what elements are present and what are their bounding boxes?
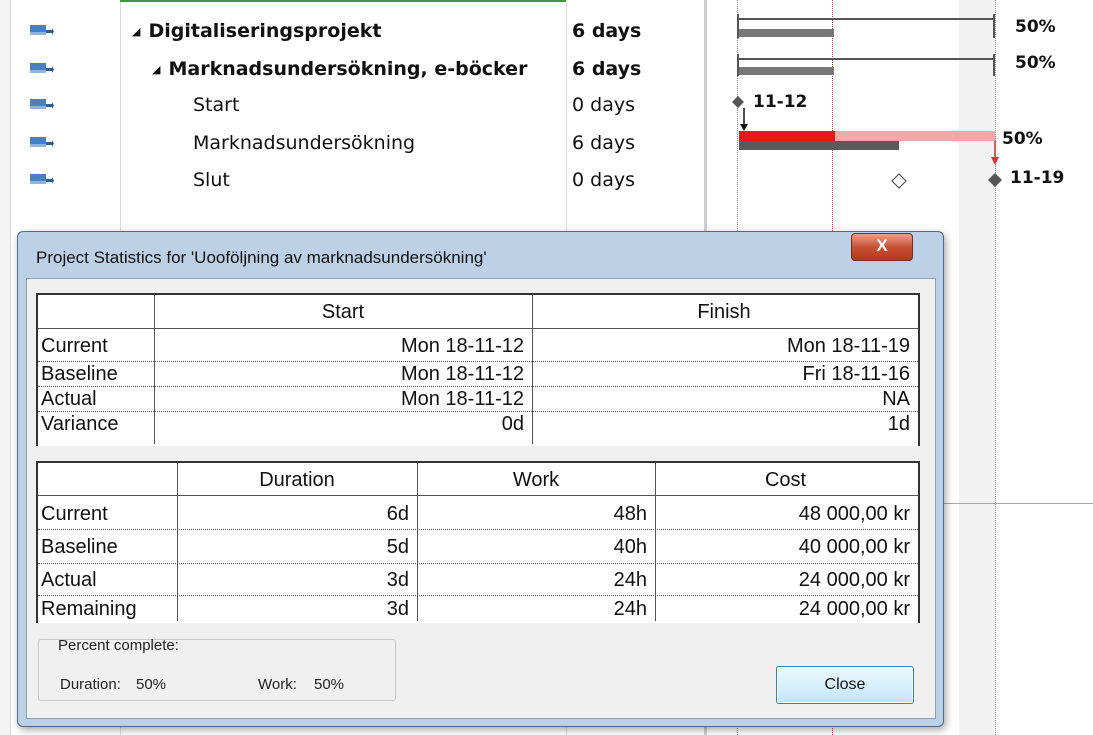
cost-value: 48 000,00 kr xyxy=(798,503,910,525)
task-duration: 0 days xyxy=(572,94,635,116)
duration-percent-label: Duration: xyxy=(60,676,121,693)
column-header-duration: Duration xyxy=(259,469,335,491)
auto-schedule-icon xyxy=(30,174,54,184)
auto-schedule-icon xyxy=(30,137,54,147)
work-value: 48h xyxy=(613,503,647,525)
finish-value: NA xyxy=(882,388,910,410)
summary-bar[interactable] xyxy=(737,54,995,76)
row-label: Baseline xyxy=(41,536,118,558)
close-icon[interactable]: X xyxy=(851,233,913,261)
work-percent-value: 50% xyxy=(314,676,345,693)
column-header-work: Work xyxy=(512,469,560,491)
project-statistics-dialog: Project Statistics for 'Uooföljning av m… xyxy=(17,231,944,727)
start-value: Mon 18-11-12 xyxy=(400,335,524,357)
column-header-finish: Finish xyxy=(697,301,751,323)
percent-complete-label: Percent complete: xyxy=(58,637,179,654)
row-label: Variance xyxy=(41,413,119,435)
row-label: Current xyxy=(41,335,108,357)
end-milestone[interactable] xyxy=(988,173,1002,187)
work-percent-label: Work: xyxy=(258,676,297,693)
task-name: Slut xyxy=(193,169,230,191)
finish-value: Mon 18-11-19 xyxy=(786,335,910,357)
cost-value: 40 000,00 kr xyxy=(798,536,910,558)
baseline-milestone xyxy=(891,173,907,189)
task-row[interactable]: Start 0 days xyxy=(0,86,706,124)
work-value: 24h xyxy=(613,598,647,620)
task-name: ◢ Digitaliseringsprojekt xyxy=(132,20,382,42)
task-duration: 6 days xyxy=(572,132,635,154)
task-row[interactable]: Marknadsundersökning 6 days xyxy=(0,124,706,162)
auto-schedule-icon xyxy=(30,63,54,73)
work-value: 24h xyxy=(613,569,647,591)
summary-percent: 50% xyxy=(1015,17,1056,37)
finish-value: Fri 18-11-16 xyxy=(802,363,910,385)
duration-value: 6d xyxy=(386,503,409,525)
end-date-label: 11-19 xyxy=(1010,168,1065,188)
cost-value: 24 000,00 kr xyxy=(798,598,910,620)
active-cell-border xyxy=(120,0,566,8)
row-label: Remaining xyxy=(41,598,137,620)
duration-percent-value: 50% xyxy=(136,676,167,693)
auto-schedule-icon xyxy=(30,99,54,109)
start-milestone[interactable] xyxy=(732,96,748,131)
finish-value: 1d xyxy=(887,413,910,435)
close-button[interactable]: Close xyxy=(776,666,914,704)
row-label: Baseline xyxy=(41,363,118,385)
summary-percent: 50% xyxy=(1015,53,1056,73)
task-bar[interactable] xyxy=(739,131,999,165)
task-duration: 0 days xyxy=(572,169,635,191)
task-name: Marknadsundersökning xyxy=(193,132,416,154)
task-name: ◢ Marknadsundersökning, e-böcker xyxy=(152,58,528,80)
cost-value: 24 000,00 kr xyxy=(798,569,910,591)
start-value: 0d xyxy=(501,413,524,435)
duration-value: 3d xyxy=(386,598,409,620)
start-value: Mon 18-11-12 xyxy=(400,363,524,385)
task-row[interactable]: ◢ Marknadsundersökning, e-böcker 6 days xyxy=(0,50,706,88)
task-percent: 50% xyxy=(1002,129,1043,149)
task-duration: 6 days xyxy=(572,58,642,80)
start-value: Mon 18-11-12 xyxy=(400,388,524,410)
row-label: Actual xyxy=(41,569,97,591)
row-label: Actual xyxy=(41,388,97,410)
row-label: Current xyxy=(41,503,108,525)
summary-bar[interactable] xyxy=(737,14,995,38)
duration-value: 3d xyxy=(386,569,409,591)
start-date-label: 11-12 xyxy=(753,92,808,112)
column-header-cost: Cost xyxy=(764,469,807,491)
task-row[interactable]: Slut 0 days xyxy=(0,161,706,199)
task-row[interactable]: ◢ Digitaliseringsprojekt 6 days xyxy=(0,12,706,50)
column-header-start: Start xyxy=(321,301,365,323)
task-duration: 6 days xyxy=(572,20,642,42)
task-name: Start xyxy=(193,94,240,116)
work-value: 40h xyxy=(613,536,647,558)
dialog-title: Project Statistics for 'Uooföljning av m… xyxy=(36,248,487,267)
duration-value: 5d xyxy=(386,536,409,558)
auto-schedule-icon xyxy=(30,25,54,35)
